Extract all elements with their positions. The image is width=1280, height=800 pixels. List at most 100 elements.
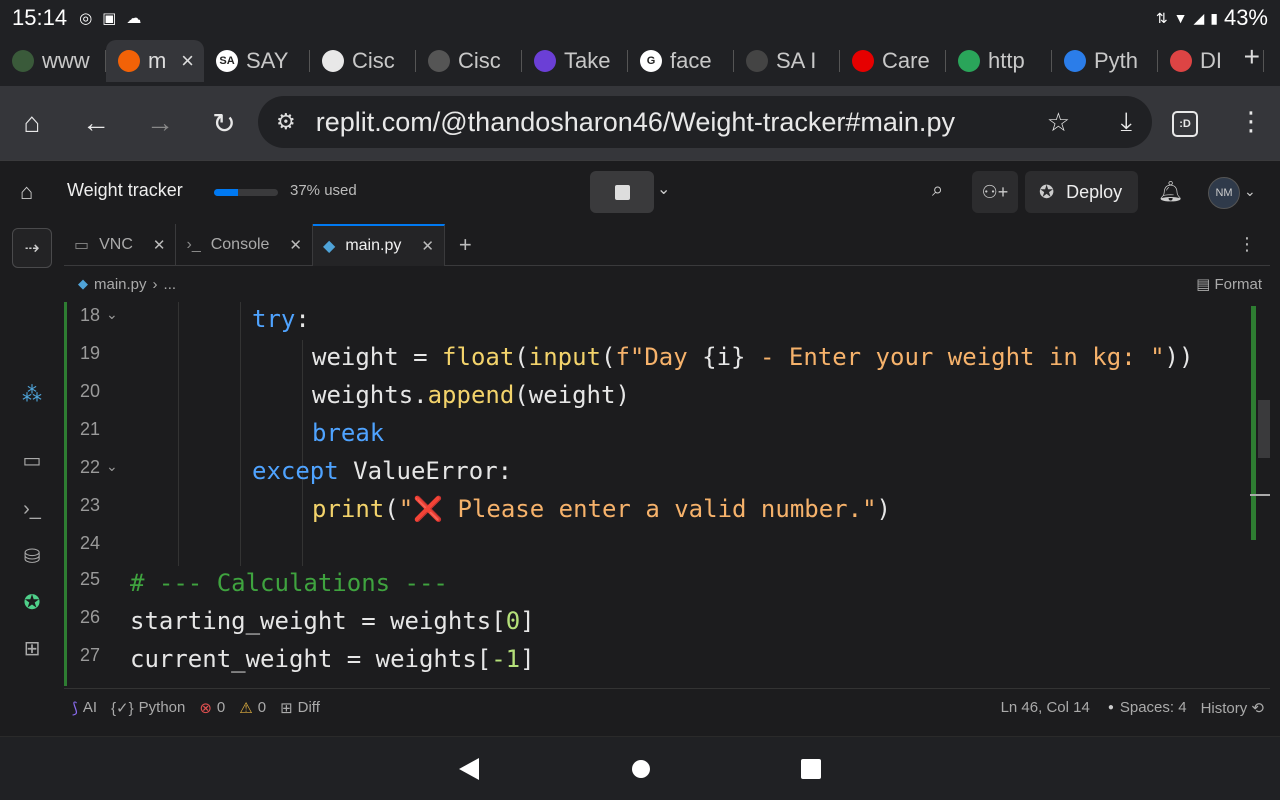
browser-tab[interactable]: Gface <box>628 40 734 82</box>
close-tab-icon[interactable]: × <box>181 48 194 74</box>
account-chevron-icon[interactable]: ⌄ <box>1244 183 1256 200</box>
code-line[interactable]: 21 break <box>64 416 1270 454</box>
browser-tab[interactable]: www <box>0 40 106 82</box>
ai-button[interactable]: ⟆ AI <box>72 699 97 717</box>
favicon-icon <box>958 50 980 72</box>
format-button[interactable]: ▤ Format <box>1196 275 1262 293</box>
home-icon[interactable]: ⌂ <box>20 179 44 204</box>
database-icon[interactable]: ⛁ <box>0 544 64 569</box>
code-line[interactable]: 22 ⌄ except ValueError: <box>64 454 1270 492</box>
fold-chevron-icon[interactable]: ⌄ <box>106 306 118 323</box>
vnc-monitor-icon[interactable]: ▭ <box>0 448 64 473</box>
battery-icon: ▮ <box>1210 9 1218 26</box>
errors-indicator[interactable]: ⊗ 0 <box>199 699 225 717</box>
browser-tab[interactable]: Take <box>522 40 628 82</box>
warnings-indicator[interactable]: ⚠ 0 <box>239 699 266 717</box>
home-button[interactable]: ⌂ <box>0 86 64 160</box>
line-number: 27 <box>79 645 100 665</box>
favicon-icon <box>322 50 344 72</box>
reload-button[interactable]: ↻ <box>192 86 256 160</box>
code-line[interactable]: 23 print("❌ Please enter a valid number."… <box>64 492 1270 530</box>
deploy-button[interactable]: ✪ Deploy <box>1025 171 1138 213</box>
back-triangle-icon[interactable] <box>458 757 480 781</box>
code-text[interactable]: break <box>312 419 384 447</box>
code-line[interactable]: 18 ⌄ try: <box>64 302 1270 340</box>
browser-tab[interactable]: Cisc <box>310 40 416 82</box>
url-text[interactable]: replit.com/@thandosharon46/Weight-tracke… <box>316 107 955 138</box>
line-number: 19 <box>79 343 100 363</box>
ai-label: AI <box>82 699 98 716</box>
usage-bar-fill <box>214 189 238 196</box>
history-button[interactable]: History ⟲ <box>1201 699 1264 717</box>
code-line[interactable]: 25 # --- Calculations --- <box>64 566 1270 604</box>
project-title[interactable]: Weight tracker <box>67 180 183 201</box>
new-tab-button[interactable]: + <box>1244 36 1260 78</box>
invite-button[interactable]: ⚇+ <box>972 171 1018 213</box>
tab-main-py[interactable]: ◆ main.py ✕ <box>313 224 445 266</box>
code-line[interactable]: 20 weights.append(weight) <box>64 378 1270 416</box>
diff-button[interactable]: ⊞ Diff <box>280 699 320 717</box>
deployments-icon[interactable]: ✪ <box>0 590 64 615</box>
avatar[interactable]: NM <box>1208 177 1240 209</box>
home-circle-icon[interactable] <box>630 757 652 781</box>
omnibox[interactable]: ⚙ replit.com/@thandosharon46/Weight-trac… <box>258 96 1152 148</box>
history-icon: ⟲ <box>1251 699 1264 717</box>
code-text[interactable]: print("❌ Please enter a valid number.") <box>312 495 891 523</box>
bookmark-star-icon[interactable]: ☆ <box>1047 107 1070 138</box>
stop-button[interactable] <box>590 171 654 213</box>
wifi-icon: ▼ <box>1173 10 1188 26</box>
close-icon[interactable]: ✕ <box>153 236 166 254</box>
battery-percent: 43% <box>1223 5 1268 30</box>
close-icon[interactable]: ✕ <box>421 237 434 255</box>
browser-tab[interactable]: m × <box>106 40 204 82</box>
browser-tab[interactable]: Cisc <box>416 40 522 82</box>
site-settings-icon[interactable]: ⚙ <box>276 109 296 135</box>
code-text[interactable]: starting_weight = weights[0] <box>130 607 535 635</box>
shell-icon[interactable]: ›_ <box>0 498 64 521</box>
forward-button[interactable]: → <box>128 86 192 160</box>
bell-icon[interactable]: 🔔︎ <box>1158 179 1183 204</box>
language-indicator[interactable]: {✓} Python <box>111 699 185 717</box>
browser-menu-icon[interactable]: ⋮ <box>1238 106 1264 137</box>
app-notification-icon: ☁ <box>126 10 142 27</box>
agent-icon[interactable]: ⁂ <box>0 382 64 407</box>
browser-tab[interactable]: SA SAY <box>204 40 310 82</box>
files-toggle-icon[interactable]: ⇢ <box>12 228 52 268</box>
tab-vnc[interactable]: ▭ VNC ✕ <box>64 224 177 266</box>
pane-menu-icon[interactable]: ⋮ <box>1238 234 1256 255</box>
code-text[interactable]: # --- Calculations --- <box>130 569 448 597</box>
tab-console[interactable]: ›_ Console ✕ <box>176 224 313 266</box>
back-button[interactable]: ← <box>64 86 128 160</box>
all-tools-icon[interactable]: ⊞ <box>0 636 64 661</box>
warnings-count: 0 <box>257 699 267 716</box>
run-options-chevron-icon[interactable]: ⌄ <box>657 179 670 199</box>
line-number: 21 <box>79 419 100 439</box>
browser-tab[interactable]: Pyth <box>1052 40 1158 82</box>
browser-tab[interactable]: SA I <box>734 40 840 82</box>
spaces-setting[interactable]: Spaces: 4 <box>1120 699 1187 716</box>
code-text[interactable]: current_weight = weights[-1] <box>130 645 535 673</box>
code-line[interactable]: 24 <box>64 530 1270 568</box>
search-icon[interactable]: ⌕ <box>932 179 943 202</box>
add-tab-button[interactable]: + <box>445 224 486 265</box>
cursor-position[interactable]: Ln 46, Col 14 <box>1001 699 1090 716</box>
code-text[interactable]: try: <box>252 305 310 333</box>
close-icon[interactable]: ✕ <box>289 236 302 254</box>
code-line[interactable]: 26 starting_weight = weights[0] <box>64 604 1270 642</box>
code-text[interactable]: weight = float(input(f"Day {i} - Enter y… <box>312 343 1193 371</box>
fold-chevron-icon[interactable]: ⌄ <box>106 458 118 475</box>
download-icon[interactable]: ⤓ <box>1121 106 1133 138</box>
code-text[interactable]: weights.append(weight) <box>312 381 630 409</box>
breadcrumb-rest[interactable]: ... <box>164 276 177 293</box>
code-text[interactable]: except ValueError: <box>252 457 512 485</box>
browser-tab[interactable]: Care <box>840 40 946 82</box>
code-editor[interactable]: 18 ⌄ try: 19 weight = float(input(f"Day {i} … <box>64 302 1270 686</box>
browser-tab[interactable]: http <box>946 40 1052 82</box>
code-line[interactable]: 27 current_weight = weights[-1] <box>64 642 1270 680</box>
tab-switcher-button[interactable]: :D <box>1172 111 1198 137</box>
whatsapp-icon: ◎ <box>79 10 93 27</box>
breadcrumb-file[interactable]: main.py <box>94 276 147 293</box>
browser-tab-label: Care <box>882 48 930 73</box>
code-line[interactable]: 19 weight = float(input(f"Day {i} - Enter… <box>64 340 1270 378</box>
recents-square-icon[interactable] <box>800 757 822 781</box>
